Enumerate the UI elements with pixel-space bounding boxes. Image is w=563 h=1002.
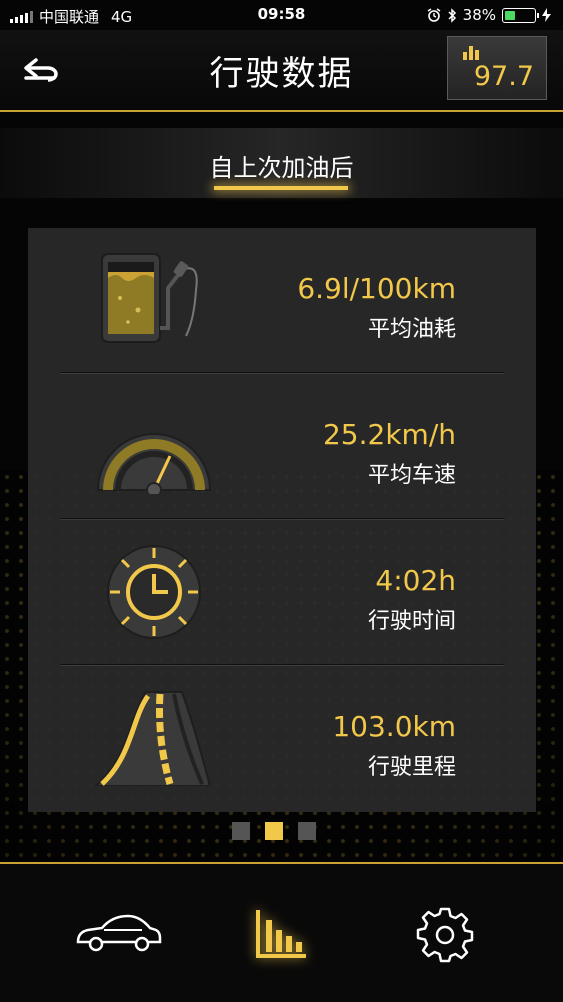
stat-row-speed: 25.2km/h 平均车速 (28, 374, 536, 520)
alarm-icon (427, 8, 441, 22)
tab-since-refuel[interactable]: 自上次加油后 (0, 148, 563, 183)
tab-active-indicator (214, 186, 348, 190)
charging-icon (542, 8, 551, 22)
battery-percent: 38% (462, 6, 496, 24)
stat-row-time: 4:02h 行驶时间 (28, 520, 536, 666)
octane-button[interactable]: 97.7 (447, 36, 547, 100)
trip-stats-panel[interactable]: 6.9l/100km 平均油耗 25.2km/h 平均车速 4:02h 行驶时间 (28, 228, 536, 812)
road-icon (94, 691, 212, 786)
bluetooth-icon (448, 7, 456, 23)
tab-bar: 自上次加油后 (0, 128, 563, 198)
stat-value-speed: 25.2km/h (322, 418, 456, 451)
clock-icon (107, 545, 201, 639)
stat-row-fuel: 6.9l/100km 平均油耗 (28, 228, 536, 374)
battery-icon (502, 7, 539, 23)
octane-value: 97.7 (473, 61, 534, 92)
octane-bars-icon (463, 46, 479, 60)
stat-label-fuel: 平均油耗 (367, 317, 456, 342)
status-bar: 中国联通 4G 09:58 38% (0, 0, 563, 30)
nav-vehicle[interactable] (74, 912, 162, 958)
stat-label-distance: 行驶里程 (367, 755, 456, 780)
stat-label-speed: 平均车速 (367, 463, 456, 488)
stat-value-distance: 103.0km (332, 710, 456, 743)
page-dot[interactable] (265, 822, 283, 840)
stat-value-time: 4:02h (375, 564, 456, 597)
nav-settings[interactable] (416, 906, 474, 968)
stat-label-time: 行驶时间 (367, 609, 456, 634)
car-icon (76, 914, 162, 952)
app-header: 行驶数据 97.7 (0, 30, 563, 112)
stat-value-fuel: 6.9l/100km (297, 272, 456, 305)
nav-statistics[interactable] (254, 906, 310, 966)
page-dot[interactable] (232, 822, 250, 840)
stat-row-distance: 103.0km 行驶里程 (28, 666, 536, 812)
bottom-nav (0, 862, 563, 1002)
fuel-pump-icon (101, 253, 198, 343)
page-indicator (232, 822, 316, 840)
page-dot[interactable] (298, 822, 316, 840)
gear-icon (416, 907, 474, 963)
speedometer-icon (96, 433, 212, 494)
bar-chart-icon (256, 910, 306, 958)
